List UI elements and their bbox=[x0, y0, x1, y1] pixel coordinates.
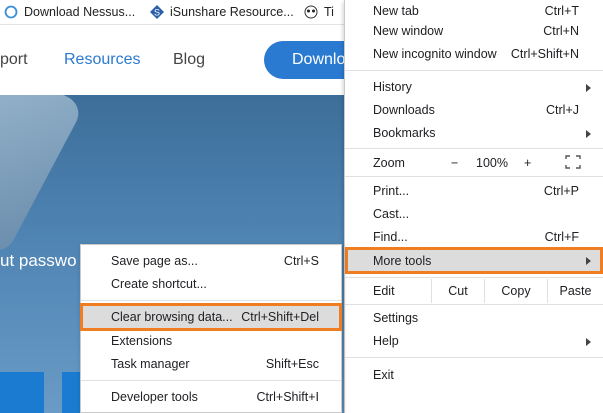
menu-separator bbox=[81, 300, 341, 301]
bookmark-label: Download Nessus... bbox=[24, 5, 136, 19]
bookmark-label: Ti bbox=[324, 5, 334, 19]
submenu-arrow-icon bbox=[586, 130, 591, 138]
svg-text:S: S bbox=[154, 8, 160, 18]
fullscreen-icon[interactable] bbox=[565, 155, 581, 172]
copy-button[interactable]: Copy bbox=[485, 279, 547, 303]
submenu-item-task-manager[interactable]: Task manager Shift+Esc bbox=[81, 353, 341, 376]
menu-item-history[interactable]: History bbox=[345, 76, 603, 99]
cut-button[interactable]: Cut bbox=[432, 279, 484, 303]
menu-separator bbox=[345, 357, 603, 358]
menu-separator bbox=[345, 304, 603, 305]
submenu-item-developer-tools[interactable]: Developer tools Ctrl+Shift+I bbox=[81, 386, 341, 409]
edit-row: Edit Cut Copy Paste bbox=[345, 279, 603, 303]
nav-link-blog[interactable]: Blog bbox=[173, 51, 205, 69]
menu-separator bbox=[81, 380, 341, 381]
submenu-item-extensions[interactable]: Extensions bbox=[81, 330, 341, 353]
bookmark-item[interactable]: Download Nessus... bbox=[4, 0, 135, 24]
nav-link-support[interactable]: port bbox=[0, 51, 28, 69]
menu-item-downloads[interactable]: Downloads Ctrl+J bbox=[345, 99, 603, 122]
hero-text: ut passwo bbox=[0, 251, 77, 270]
menu-item-settings[interactable]: Settings bbox=[345, 307, 603, 330]
highlight-box bbox=[345, 247, 603, 274]
menu-separator bbox=[345, 148, 603, 149]
bookmark-item[interactable]: S iSunshare Resource... bbox=[150, 0, 294, 24]
submenu-item-create-shortcut[interactable]: Create shortcut... bbox=[81, 273, 341, 296]
menu-item-cast[interactable]: Cast... bbox=[345, 203, 603, 226]
panda-icon bbox=[304, 5, 318, 19]
submenu-item-save-page[interactable]: Save page as... Ctrl+S bbox=[81, 250, 341, 273]
hero-block bbox=[62, 372, 80, 413]
globe-icon bbox=[4, 5, 18, 19]
paste-button[interactable]: Paste bbox=[548, 279, 603, 303]
phone-image bbox=[0, 95, 85, 257]
submenu-arrow-icon bbox=[586, 84, 591, 92]
chrome-main-menu: New tab Ctrl+T New window Ctrl+N New inc… bbox=[344, 0, 603, 413]
zoom-level: 100% bbox=[476, 156, 508, 170]
edit-label: Edit bbox=[373, 284, 395, 298]
hero-block bbox=[0, 372, 44, 413]
zoom-row: Zoom − 100% + bbox=[345, 151, 603, 175]
bookmark-item[interactable]: Ti bbox=[304, 0, 334, 24]
menu-item-bookmarks[interactable]: Bookmarks bbox=[345, 122, 603, 145]
menu-item-print[interactable]: Print... Ctrl+P bbox=[345, 180, 603, 203]
menu-item-find[interactable]: Find... Ctrl+F bbox=[345, 226, 603, 249]
menu-item-new-window[interactable]: New window Ctrl+N bbox=[345, 20, 603, 43]
submenu-arrow-icon bbox=[586, 338, 591, 346]
menu-separator bbox=[345, 176, 603, 177]
more-tools-submenu: Save page as... Ctrl+S Create shortcut..… bbox=[80, 244, 342, 413]
zoom-label: Zoom bbox=[373, 156, 405, 170]
bookmark-label: iSunshare Resource... bbox=[170, 5, 294, 19]
isunshare-logo-icon: S bbox=[150, 5, 164, 19]
zoom-in-button[interactable]: + bbox=[524, 156, 531, 170]
highlight-box bbox=[80, 303, 342, 331]
menu-item-new-incognito-window[interactable]: New incognito window Ctrl+Shift+N bbox=[345, 43, 603, 66]
zoom-out-button[interactable]: − bbox=[451, 156, 458, 170]
nav-link-resources[interactable]: Resources bbox=[64, 51, 140, 69]
menu-item-help[interactable]: Help bbox=[345, 330, 603, 353]
menu-item-exit[interactable]: Exit bbox=[345, 364, 603, 387]
menu-separator bbox=[345, 277, 603, 278]
menu-separator bbox=[345, 70, 603, 71]
